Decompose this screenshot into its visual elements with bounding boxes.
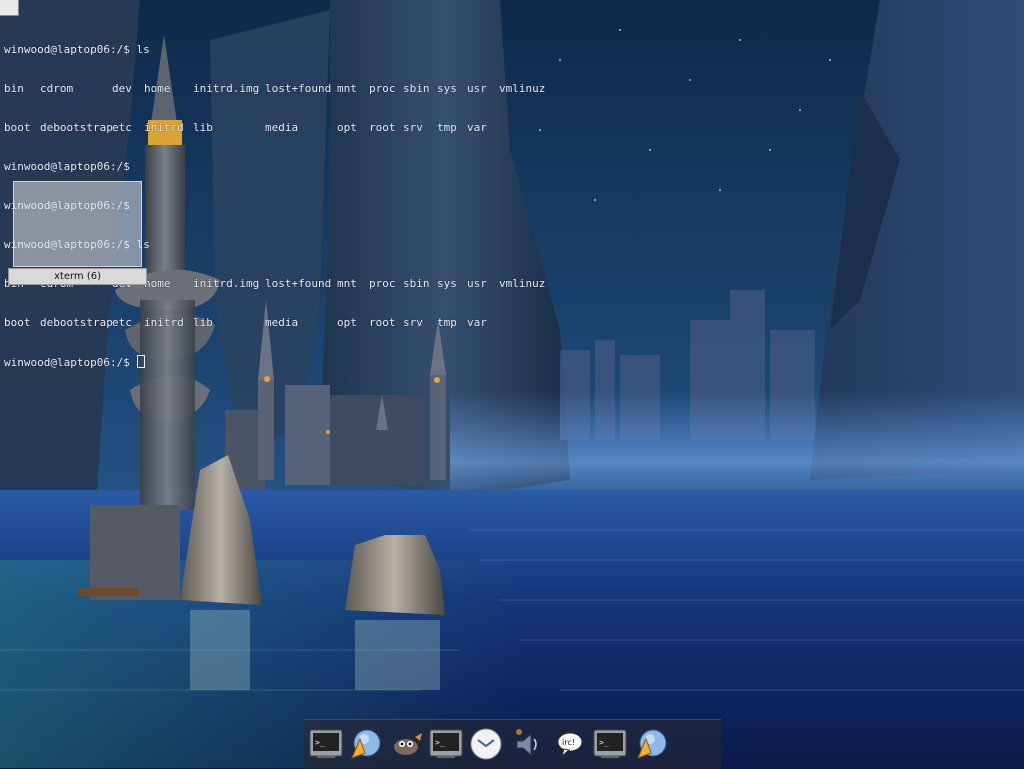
ls-entry: srv (403, 316, 423, 329)
ls-entry: dev (112, 82, 132, 95)
ls-entry: usr (467, 82, 487, 95)
ls-entry: boot (4, 316, 31, 329)
ls-entry: lost+found (265, 82, 332, 95)
mail-icon[interactable] (468, 726, 504, 762)
irc-icon-text: irc! (562, 738, 575, 747)
ls-entry: lib (193, 316, 213, 329)
terminal-line: winwood@laptop06:/$ ls (4, 43, 150, 56)
ls-entry: boot (4, 121, 31, 134)
ls-entry: media (265, 121, 299, 134)
ls-entry: initrd (144, 316, 184, 329)
terminal-line: winwood@laptop06:/$ (4, 160, 130, 173)
ls-entry: lost+found (265, 277, 332, 290)
window-corner-button[interactable] (0, 0, 19, 16)
irc-icon[interactable]: irc! (552, 726, 588, 762)
terminal-icon[interactable]: >_ (428, 726, 464, 762)
ls-entry: mnt (337, 82, 357, 95)
ls-entry: sbin (403, 82, 430, 95)
dock: >_ >_ irc! >_ (304, 719, 721, 769)
ls-output-row: boot debootstrap etc initrd lib media opt root s… (4, 316, 564, 329)
terminal-prompt: winwood@laptop06:/$ (4, 356, 137, 369)
ls-entry: sys (437, 82, 457, 95)
terminal-icon[interactable]: >_ (592, 726, 628, 762)
ls-entry: tmp (437, 121, 457, 134)
ls-entry: opt (337, 121, 357, 134)
gimp-icon[interactable] (388, 726, 424, 762)
ls-entry: mnt (337, 277, 357, 290)
svg-text:>_: >_ (599, 738, 609, 747)
ls-entry: vmlinuz (499, 82, 546, 95)
ls-output-row: bin cdrom devhome initrd.img lost+found mntpr… (4, 82, 564, 95)
text-cursor (137, 355, 146, 368)
ls-entry: lib (193, 121, 213, 134)
pager-window-label[interactable]: xterm (6) (8, 268, 147, 285)
svg-text:>_: >_ (435, 738, 445, 747)
workspace-pager[interactable] (13, 181, 142, 267)
ls-entry: var (467, 316, 487, 329)
ls-entry: proc (369, 277, 396, 290)
browser-icon[interactable] (348, 726, 384, 762)
ls-entry: proc (369, 82, 396, 95)
ls-entry: root (369, 316, 396, 329)
ls-entry: media (265, 316, 299, 329)
ls-entry: initrd.img (193, 82, 260, 95)
ls-entry: initrd.img (193, 277, 260, 290)
ls-entry: bin (4, 82, 24, 95)
ls-entry: debootstrap (40, 316, 113, 329)
ls-entry: etc (112, 316, 132, 329)
terminal-icon[interactable]: >_ (308, 726, 344, 762)
ls-entry: usr (467, 277, 487, 290)
volume-icon[interactable] (508, 726, 544, 762)
ls-output-row: boot debootstrap etc initrd lib media opt root s… (4, 121, 564, 134)
ls-entry: initrd (144, 121, 184, 134)
ls-entry: var (467, 121, 487, 134)
ls-entry: sys (437, 277, 457, 290)
ls-entry: debootstrap (40, 121, 113, 134)
ls-entry: etc (112, 121, 132, 134)
ls-entry: home (144, 277, 171, 290)
svg-text:>_: >_ (315, 738, 325, 747)
ls-entry: root (369, 121, 396, 134)
ls-entry: tmp (437, 316, 457, 329)
ls-entry: sbin (403, 277, 430, 290)
ls-entry: cdrom (40, 82, 74, 95)
ls-entry: opt (337, 316, 357, 329)
browser-icon[interactable] (634, 726, 670, 762)
ls-entry: home (144, 82, 171, 95)
terminal-prompt-line: winwood@laptop06:/$ (4, 355, 564, 369)
ls-entry: srv (403, 121, 423, 134)
ls-entry: vmlinuz (499, 277, 546, 290)
